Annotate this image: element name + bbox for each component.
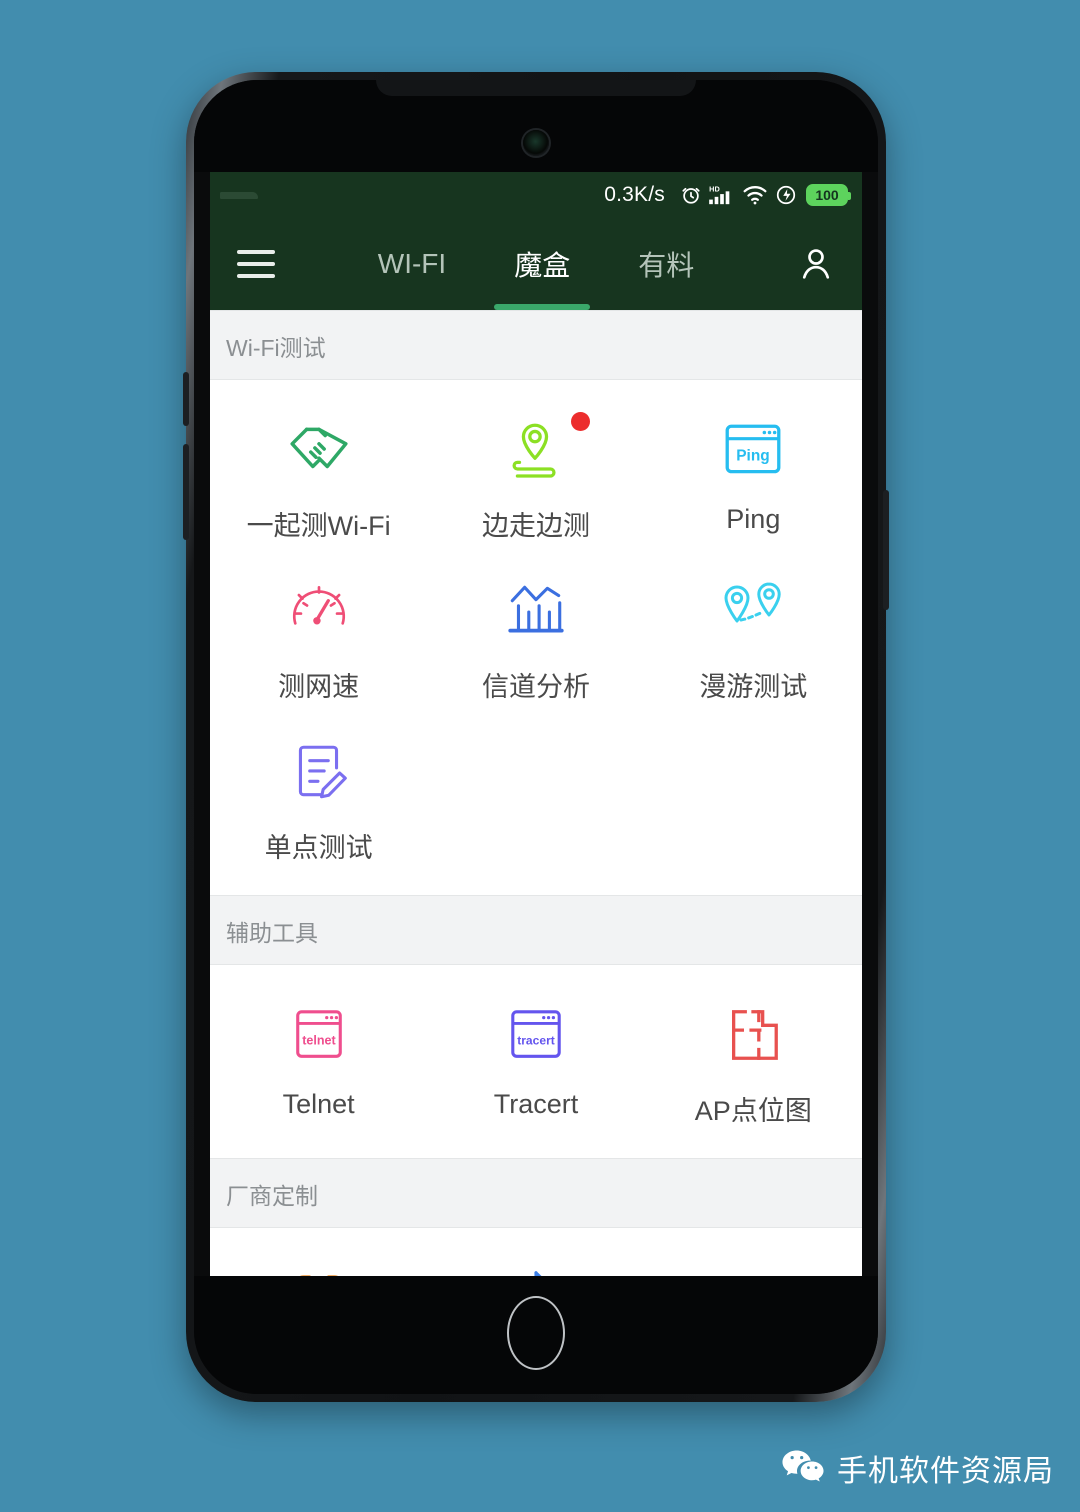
tab-youliao[interactable]: 有料 xyxy=(604,218,728,310)
tab-youliao-label: 有料 xyxy=(638,250,695,281)
floor-plan-icon xyxy=(715,997,791,1073)
grid-tools: telnet Telnet tracert Tracert AP点位图 xyxy=(210,965,862,1158)
walking-location-pin-icon xyxy=(498,412,590,488)
status-bar: 0.3K/s HD 100 xyxy=(210,172,862,218)
power-button[interactable] xyxy=(883,490,889,610)
grid-item-telnet[interactable]: telnet Telnet xyxy=(210,979,427,1140)
speedometer-icon xyxy=(281,573,357,649)
roaming-pins-icon xyxy=(715,573,791,649)
hamburger-menu-icon[interactable] xyxy=(210,250,302,278)
grid-label: 单点测试 xyxy=(264,833,373,863)
section-header-wifi-test: Wi-Fi测试 xyxy=(210,310,862,380)
grid-item-channel-analysis[interactable]: 信道分析 xyxy=(427,555,644,716)
app-nav-bar: WI-FI 魔盒 有料 xyxy=(210,218,862,310)
handshake-icon xyxy=(281,412,357,488)
grid-label: 漫游测试 xyxy=(699,672,808,702)
tab-mohe[interactable]: 魔盒 xyxy=(480,218,604,310)
carrier-indicator-icon xyxy=(220,192,258,199)
alarm-clock-icon xyxy=(680,184,702,206)
grid-label: 测网速 xyxy=(278,672,360,702)
user-profile-icon[interactable] xyxy=(770,245,862,283)
phone-top-bezel xyxy=(194,80,878,172)
document-edit-icon xyxy=(281,734,357,810)
bar-chart-icon xyxy=(498,573,574,649)
wechat-icon xyxy=(781,1448,825,1489)
tab-mohe-label: 魔盒 xyxy=(514,250,571,281)
grid-item-single-point-test[interactable]: 单点测试 xyxy=(210,716,427,877)
grid-item-roaming-test[interactable]: 漫游测试 xyxy=(645,555,862,716)
volume-up-button[interactable] xyxy=(183,372,189,426)
svg-text:Ping: Ping xyxy=(737,447,770,464)
grid-wifi-test: 一起测Wi-Fi 边走边测 Ping Ping 测网速 信道分析 漫游测试 单点… xyxy=(210,380,862,895)
app-content: Wi-Fi测试 一起测Wi-Fi 边走边测 Ping Ping 测网速 信道分析… xyxy=(210,310,862,1292)
phone-screen: 0.3K/s HD 100 WI-FI 魔盒 有料 Wi-Fi测试 一起测Wi-… xyxy=(210,172,862,1292)
grid-label: Ping xyxy=(726,504,781,534)
page-watermark-label: 手机软件资源局 xyxy=(837,1455,1054,1488)
svg-text:telnet: telnet xyxy=(302,1034,336,1048)
phone-bottom-bezel xyxy=(194,1276,878,1394)
phone-notch xyxy=(376,80,696,96)
grid-label: AP点位图 xyxy=(694,1096,812,1126)
grid-label: Telnet xyxy=(282,1089,355,1119)
section-header-tools: 辅助工具 xyxy=(210,895,862,965)
front-camera-icon xyxy=(523,130,549,156)
charging-bolt-icon xyxy=(775,184,797,206)
new-badge-dot xyxy=(570,412,590,431)
telnet-window-icon: telnet xyxy=(281,997,357,1073)
volume-down-button[interactable] xyxy=(183,444,189,540)
grid-item-walk-test[interactable]: 边走边测 xyxy=(427,394,644,555)
grid-item-together-wifi[interactable]: 一起测Wi-Fi xyxy=(210,394,427,555)
grid-label: 一起测Wi-Fi xyxy=(246,511,391,541)
section-header-vendor: 厂商定制 xyxy=(210,1158,862,1228)
grid-label: 信道分析 xyxy=(481,672,590,702)
tab-wifi-label: WI-FI xyxy=(377,248,447,279)
svg-text:tracert: tracert xyxy=(517,1034,555,1048)
network-speed-label: 0.3K/s xyxy=(604,183,665,206)
home-button[interactable] xyxy=(507,1296,565,1370)
phone-frame: 0.3K/s HD 100 WI-FI 魔盒 有料 Wi-Fi测试 一起测Wi-… xyxy=(183,72,889,1402)
grid-label: 边走边测 xyxy=(481,511,590,541)
grid-item-speed-test[interactable]: 测网速 xyxy=(210,555,427,716)
battery-level-label: 100 xyxy=(815,187,839,203)
nav-tabs: WI-FI 魔盒 有料 xyxy=(302,218,770,310)
grid-item-tracert[interactable]: tracert Tracert xyxy=(427,979,644,1140)
battery-indicator: 100 xyxy=(806,184,851,206)
svg-text:HD: HD xyxy=(709,184,720,193)
wifi-icon xyxy=(742,184,768,206)
tracert-window-icon: tracert xyxy=(498,997,574,1073)
grid-label: Tracert xyxy=(493,1089,579,1119)
tab-wifi[interactable]: WI-FI xyxy=(344,218,480,310)
hd-signal-icon: HD xyxy=(709,184,735,206)
grid-item-ap-floor-plan[interactable]: AP点位图 xyxy=(645,979,862,1140)
phone-inner: 0.3K/s HD 100 WI-FI 魔盒 有料 Wi-Fi测试 一起测Wi-… xyxy=(194,80,878,1394)
ping-window-icon: Ping xyxy=(715,412,791,488)
grid-item-ping[interactable]: Ping Ping xyxy=(645,394,862,555)
page-watermark: 手机软件资源局 xyxy=(781,1446,1054,1490)
